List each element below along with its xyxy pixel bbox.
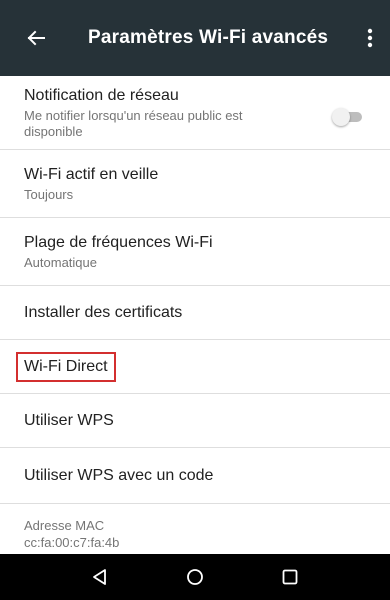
- settings-list: Notification de réseau Me notifier lorsq…: [0, 76, 390, 564]
- setting-title: Wi-Fi actif en veille: [24, 165, 159, 183]
- wifi-direct-highlight: Wi-Fi Direct: [16, 351, 116, 382]
- setting-use-wps-pin[interactable]: Utiliser WPS avec un code: [0, 448, 390, 504]
- nav-back-icon[interactable]: [84, 561, 116, 593]
- mac-address-label: Adresse MAC: [24, 518, 105, 533]
- setting-wifi-direct[interactable]: Wi-Fi Direct: [0, 340, 390, 394]
- toggle-thumb: [332, 108, 350, 126]
- setting-use-wps[interactable]: Utiliser WPS: [0, 394, 390, 448]
- back-arrow-icon[interactable]: [20, 22, 52, 54]
- setting-summary: Toujours: [24, 186, 74, 202]
- system-nav-bar: [0, 554, 390, 600]
- setting-network-notification[interactable]: Notification de réseau Me notifier lorsq…: [0, 76, 390, 150]
- nav-home-icon[interactable]: [179, 561, 211, 593]
- setting-title: Plage de fréquences Wi-Fi: [24, 233, 213, 251]
- setting-title: Installer des certificats: [24, 303, 183, 321]
- setting-summary: Automatique: [24, 254, 97, 270]
- app-bar: Paramètres Wi-Fi avancés: [0, 0, 390, 76]
- setting-title: Utiliser WPS: [24, 411, 114, 429]
- setting-wifi-sleep[interactable]: Wi-Fi actif en veille Toujours: [0, 150, 390, 218]
- setting-title: Notification de réseau: [24, 86, 179, 104]
- setting-title: Utiliser WPS avec un code: [24, 466, 214, 484]
- setting-summary: Me notifier lorsqu'un réseau public est …: [24, 107, 243, 139]
- setting-install-certificates[interactable]: Installer des certificats: [0, 286, 390, 340]
- page-title: Paramètres Wi-Fi avancés: [88, 27, 329, 48]
- nav-recents-icon[interactable]: [274, 561, 306, 593]
- mac-address-value: cc:fa:00:c7:fa:4b: [24, 535, 120, 550]
- network-notification-toggle[interactable]: [332, 108, 364, 126]
- setting-frequency-band[interactable]: Plage de fréquences Wi-Fi Automatique: [0, 218, 390, 286]
- more-vert-icon[interactable]: [358, 22, 382, 54]
